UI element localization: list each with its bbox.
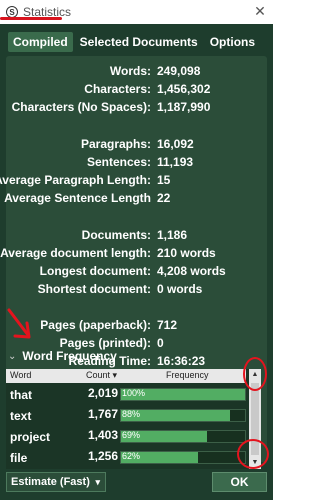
chevron-down-icon: ▾ (95, 477, 100, 487)
stat-value: 22 (157, 191, 171, 205)
stat-value: 712 (157, 318, 178, 332)
word-cell: project (10, 430, 51, 444)
stat-value: 1,187,990 (157, 100, 211, 114)
stat-label: Average Paragraph Length: (0, 173, 151, 187)
annotation-circle-top (243, 357, 267, 391)
stat-value: 1,186 (157, 228, 188, 242)
stat-label: Documents: (81, 228, 151, 242)
stat-value: 16,092 (157, 137, 194, 151)
stat-label: Pages (paperback): (40, 318, 151, 332)
stat-value: 0 (157, 336, 164, 350)
word-cell: text (10, 409, 32, 423)
stat-characters: Characters: 1,456,302 (6, 82, 267, 100)
count-cell: 1,767 (87, 407, 118, 421)
word-frequency-table: Word Count ▾ Frequency that 2,019 100% t… (6, 369, 261, 469)
stat-label: Shortest document: (37, 282, 151, 296)
stat-label: Longest document: (39, 264, 151, 278)
stat-paragraphs: Paragraphs: 16,092 (6, 137, 267, 155)
stat-sentences: Sentences: 11,193 (6, 155, 267, 173)
stat-value: 4,208 words (157, 264, 226, 278)
tab-options[interactable]: Options (205, 32, 260, 52)
stat-value: 0 words (157, 282, 203, 296)
stat-value: 210 words (157, 246, 216, 260)
stat-documents: Documents: 1,186 (6, 228, 267, 246)
ok-button[interactable]: OK (212, 472, 267, 492)
chevron-down-icon: ⌄ (8, 350, 17, 362)
tab-compiled[interactable]: Compiled (8, 32, 73, 52)
tab-bar: Compiled Selected Documents Options (8, 31, 262, 53)
word-frequency-toggle[interactable]: ⌄ Word Frequency (8, 347, 117, 365)
column-header-count[interactable]: Count ▾ (86, 370, 117, 381)
close-icon[interactable]: ✕ (252, 3, 268, 19)
stat-avg-paragraph-length: Average Paragraph Length: 15 (0, 173, 267, 191)
column-header-word[interactable]: Word (10, 370, 31, 380)
annotation-arrow-icon (7, 308, 31, 339)
statistics-dialog: Compiled Selected Documents Options Word… (0, 24, 273, 500)
tab-selected-documents[interactable]: Selected Documents (75, 32, 203, 52)
table-row[interactable]: project 1,403 69% (6, 427, 246, 447)
stat-avg-sentence-length: Average Sentence Length 22 (4, 191, 267, 209)
stat-avg-document-length: Average document length: 210 words (0, 246, 267, 264)
count-cell: 1,256 (87, 449, 118, 463)
title-bar: S Statistics ✕ (0, 0, 273, 24)
stat-label: Words: (109, 64, 151, 78)
footer-bar: Estimate (Fast) ▾ OK (6, 472, 267, 494)
table-row[interactable]: file 1,256 62% (6, 448, 246, 468)
stat-value: 1,456,302 (157, 82, 211, 96)
stat-label: Characters (No Spaces): (11, 100, 151, 114)
stat-label: Sentences: (86, 155, 151, 169)
stat-value: 16:36:23 (157, 354, 206, 368)
word-cell: that (10, 388, 32, 402)
stat-shortest-document: Shortest document: 0 words (6, 282, 267, 300)
stat-pages-paperback: Pages (paperback): 712 (6, 318, 267, 336)
table-row[interactable]: text 1,767 88% (6, 406, 246, 426)
table-header: Word Count ▾ Frequency (6, 369, 246, 383)
annotation-circle-bottom (237, 439, 269, 469)
stat-characters-no-spaces: Characters (No Spaces): 1,187,990 (6, 100, 267, 118)
stat-label: Characters: (84, 82, 151, 96)
stat-label: Average document length: (0, 246, 151, 260)
stat-value: 11,193 (157, 155, 194, 169)
estimate-mode-value: Estimate (Fast) (11, 476, 90, 488)
table-row[interactable]: that 2,019 100% (6, 385, 246, 405)
stat-words: Words: 249,098 (6, 64, 267, 82)
frequency-label: 88% (122, 409, 141, 419)
stat-longest-document: Longest document: 4,208 words (6, 264, 267, 282)
annotation-underline (0, 17, 62, 20)
count-cell: 1,403 (87, 428, 118, 442)
frequency-label: 100% (122, 388, 146, 398)
stat-value: 249,098 (157, 64, 201, 78)
count-cell: 2,019 (87, 386, 118, 400)
stat-label: Average Sentence Length (4, 191, 151, 205)
stat-label: Paragraphs: (80, 137, 151, 151)
frequency-label: 62% (122, 451, 141, 461)
word-frequency-title: Word Frequency (22, 349, 117, 363)
stat-value: 15 (157, 173, 171, 187)
column-header-frequency[interactable]: Frequency (166, 370, 209, 380)
frequency-label: 69% (122, 430, 141, 440)
estimate-mode-select[interactable]: Estimate (Fast) ▾ (6, 472, 106, 492)
word-cell: file (10, 451, 28, 465)
